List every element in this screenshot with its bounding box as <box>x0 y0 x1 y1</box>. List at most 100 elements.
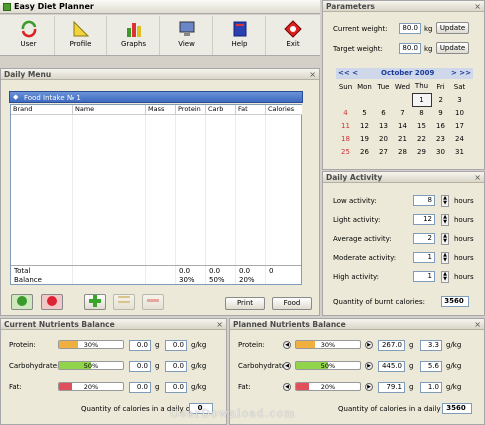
activity-hours-field[interactable]: 2 <box>413 233 435 244</box>
planned-calories-label: Quantity of calories in a daily diet: <box>338 405 459 413</box>
calendar-date[interactable]: 2 <box>431 93 450 106</box>
food-table[interactable]: Brand Name Mass Protein Carb Fat Calorie… <box>10 104 302 285</box>
col-calories[interactable]: Calories <box>266 105 302 115</box>
col-mass[interactable]: Mass <box>146 105 176 115</box>
calendar-date[interactable]: 14 <box>393 119 412 132</box>
activity-hours-field[interactable]: 1 <box>413 252 435 263</box>
target-weight-field[interactable]: 80.0 <box>399 43 421 54</box>
calendar-date[interactable]: 17 <box>450 119 469 132</box>
calendar-date[interactable]: 9 <box>431 106 450 119</box>
calendar-date[interactable]: 21 <box>393 132 412 145</box>
nutrient-bar[interactable]: 50% <box>58 361 124 370</box>
col-protein[interactable]: Protein <box>176 105 206 115</box>
activity-hours-field[interactable]: 12 <box>413 214 435 225</box>
close-icon[interactable]: × <box>216 320 223 329</box>
col-carb[interactable]: Carb <box>206 105 236 115</box>
calendar-date[interactable]: 30 <box>431 145 450 158</box>
calendar-date[interactable]: 29 <box>412 145 431 158</box>
nutrient-bar[interactable]: 30% <box>58 340 124 349</box>
close-icon[interactable]: × <box>474 2 481 11</box>
expand-arrow-icon[interactable]: ◆ <box>13 93 18 101</box>
calendar-date[interactable]: 19 <box>355 132 374 145</box>
increase-icon[interactable]: ▶ <box>365 362 373 370</box>
remove-intake-button[interactable] <box>41 294 63 310</box>
calendar-prev-button[interactable]: << < <box>338 69 358 77</box>
close-icon[interactable]: × <box>309 70 316 79</box>
calendar-date[interactable]: 26 <box>355 145 374 158</box>
calendar-date[interactable]: 16 <box>431 119 450 132</box>
calendar-date[interactable]: 20 <box>374 132 393 145</box>
calendar-date[interactable]: 8 <box>412 106 431 119</box>
increase-icon[interactable]: ▶ <box>365 341 373 349</box>
help-button[interactable]: Help <box>214 16 266 55</box>
exit-button[interactable]: Exit <box>267 16 319 55</box>
food-intake-titlebar[interactable]: ◆ Food Intake № 1 <box>9 91 303 103</box>
calendar-date[interactable]: 11 <box>336 119 355 132</box>
decrease-icon[interactable]: ◀ <box>283 341 291 349</box>
calendar-next-button[interactable]: > >> <box>451 69 471 77</box>
nutrient-label: Protein: <box>238 341 265 349</box>
calendar-date[interactable]: 15 <box>412 119 431 132</box>
current-weight-field[interactable]: 80.0 <box>399 23 421 34</box>
update-target-weight-button[interactable]: Update <box>436 42 469 54</box>
calendar-date[interactable]: 1 <box>411 92 432 107</box>
edit-food-button[interactable] <box>113 294 135 310</box>
print-button[interactable]: Print <box>225 297 265 310</box>
nutrient-bar[interactable]: 30% <box>295 340 361 349</box>
total-calories: 0 <box>269 267 274 275</box>
calendar-date[interactable]: 18 <box>336 132 355 145</box>
toolbar: User Profile Graphs View Help Exit <box>0 15 320 56</box>
calendar-date[interactable]: 31 <box>450 145 469 158</box>
decrease-icon[interactable]: ◀ <box>283 362 291 370</box>
calendar-date[interactable]: 12 <box>355 119 374 132</box>
gkg-unit: g/kg <box>191 362 207 370</box>
nutrient-bar[interactable]: 20% <box>58 382 124 391</box>
activity-spinner[interactable]: ▲ ▼ <box>441 271 449 283</box>
calendar-date[interactable]: 3 <box>450 93 469 106</box>
activity-spinner[interactable]: ▲ ▼ <box>441 214 449 226</box>
minus-icon <box>147 299 159 302</box>
calendar-day-header: Fri <box>436 82 445 91</box>
close-icon[interactable]: × <box>474 173 481 182</box>
calendar-date[interactable]: 23 <box>431 132 450 145</box>
view-button[interactable]: View <box>161 16 213 55</box>
close-icon[interactable]: × <box>474 320 481 329</box>
nutrient-bar[interactable]: 20% <box>295 382 361 391</box>
activity-spinner[interactable]: ▲ ▼ <box>441 195 449 207</box>
activity-label: Low activity: <box>333 197 377 205</box>
activity-spinner[interactable]: ▲ ▼ <box>441 252 449 264</box>
add-intake-button[interactable] <box>11 294 33 310</box>
calendar-day-header: Sun <box>338 82 353 91</box>
graphs-button[interactable]: Graphs <box>108 16 160 55</box>
calendar-date[interactable]: 10 <box>450 106 469 119</box>
col-brand[interactable]: Brand <box>11 105 73 115</box>
calendar-date[interactable]: 4 <box>336 106 355 119</box>
profile-button[interactable]: Profile <box>55 16 107 55</box>
calendar-date[interactable]: 7 <box>393 106 412 119</box>
calendar-date[interactable]: 25 <box>336 145 355 158</box>
col-divider <box>175 115 176 284</box>
calendar-date[interactable]: 28 <box>393 145 412 158</box>
activity-hours-field[interactable]: 1 <box>413 271 435 282</box>
update-current-weight-button[interactable]: Update <box>436 22 469 34</box>
food-button[interactable]: Food <box>272 297 312 310</box>
nutrient-bar[interactable]: 50% <box>295 361 361 370</box>
calendar-date[interactable]: 13 <box>374 119 393 132</box>
calendar-date[interactable]: 6 <box>374 106 393 119</box>
decrease-icon[interactable]: ◀ <box>283 383 291 391</box>
remove-food-button[interactable] <box>142 294 164 310</box>
activity-hours-field[interactable]: 8 <box>413 195 435 206</box>
calendar-date[interactable]: 27 <box>374 145 393 158</box>
activity-spinner[interactable]: ▲ ▼ <box>441 233 449 245</box>
daily-activity-header: Daily Activity × <box>323 172 484 183</box>
add-food-button[interactable] <box>84 294 106 310</box>
increase-icon[interactable]: ▶ <box>365 383 373 391</box>
calendar-date[interactable]: 24 <box>450 132 469 145</box>
col-fat[interactable]: Fat <box>236 105 266 115</box>
calendar-date[interactable]: 5 <box>355 106 374 119</box>
user-button[interactable]: User <box>3 16 55 55</box>
user-cycle-icon <box>21 20 36 38</box>
col-name[interactable]: Name <box>73 105 146 115</box>
calendar-date[interactable]: 22 <box>412 132 431 145</box>
view-label: View <box>178 40 195 48</box>
